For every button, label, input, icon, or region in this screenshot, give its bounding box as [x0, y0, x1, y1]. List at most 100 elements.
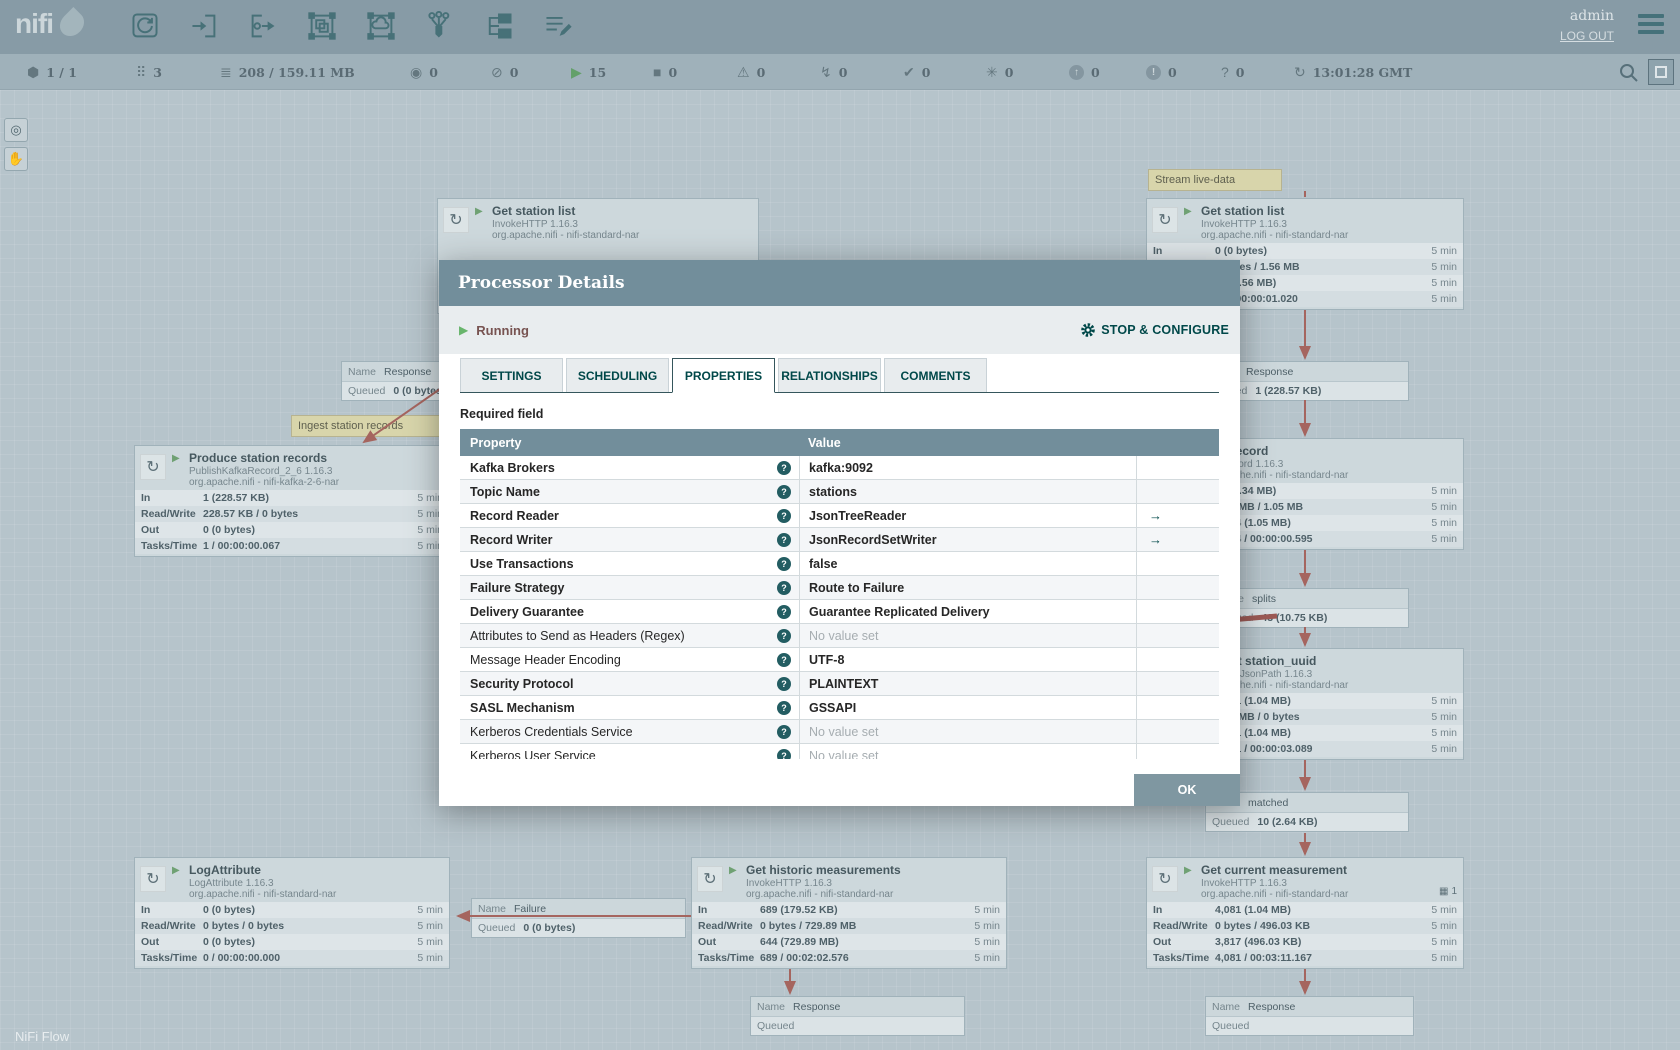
output-port-tool-icon[interactable] — [246, 8, 280, 44]
processor-get-current-measurement[interactable]: ↻ ▶ Get current measurement InvokeHTTP 1… — [1146, 857, 1464, 969]
processor-icon: ↻ — [1152, 866, 1178, 892]
table-row[interactable]: Kerberos Credentials Service? No value s… — [460, 720, 1219, 744]
dialog-status-row: ▶ Running STOP & CONFIGURE — [439, 306, 1240, 354]
flow-label-stream-live-data[interactable]: Stream live-data — [1148, 169, 1282, 191]
running-status-text: Running — [476, 322, 529, 338]
logout-link[interactable]: LOG OUT — [1560, 29, 1614, 43]
table-row[interactable]: Delivery Guarantee? Guarantee Replicated… — [460, 600, 1219, 624]
queued-count: 208 / 159.11 MB — [238, 64, 355, 80]
nifi-drop-icon — [55, 7, 89, 41]
help-icon[interactable]: ? — [777, 580, 791, 595]
processor-log-attribute[interactable]: ↻ ▶ LogAttribute LogAttribute 1.16.3 org… — [134, 857, 450, 969]
help-icon[interactable]: ? — [777, 604, 791, 619]
processor-icon: ↻ — [140, 454, 166, 480]
help-icon[interactable]: ? — [777, 676, 791, 691]
running-icon: ▶ — [172, 865, 180, 876]
input-port-tool-icon[interactable] — [187, 8, 221, 44]
dialog-tabs: SETTINGS SCHEDULING PROPERTIES RELATIONS… — [460, 358, 1219, 393]
table-row[interactable]: Use Transactions? false — [460, 552, 1219, 576]
go-to-service-icon[interactable]: → — [1149, 508, 1162, 523]
help-icon[interactable]: ? — [777, 508, 791, 523]
help-icon[interactable]: ? — [777, 484, 791, 499]
value-column-header: Value — [808, 435, 841, 450]
processor-icon: ↻ — [697, 866, 723, 892]
processor-icon: ↻ — [1152, 207, 1178, 233]
processor-tool-icon[interactable] — [128, 8, 162, 44]
running-icon: ▶ — [1184, 206, 1192, 217]
cluster-nodes-icon: ⬢ — [27, 63, 40, 80]
running-icon: ▶ — [1184, 865, 1192, 876]
help-icon[interactable]: ? — [777, 724, 791, 739]
tab-comments[interactable]: COMMENTS — [884, 358, 987, 392]
properties-table: Property Value Kafka Brokers? kafka:9092… — [460, 429, 1219, 759]
threads-grid-icon: ▦ — [1438, 886, 1449, 897]
go-to-service-icon[interactable]: → — [1149, 532, 1162, 547]
help-icon[interactable]: ? — [777, 700, 791, 715]
table-row[interactable]: Message Header Encoding? UTF-8 — [460, 648, 1219, 672]
processor-get-historic-measurements[interactable]: ↻ ▶ Get historic measurements InvokeHTTP… — [691, 857, 1007, 969]
refresh-icon[interactable]: ↻ — [1294, 64, 1306, 81]
dialog-title: Processor Details — [458, 273, 625, 293]
process-group-tool-icon[interactable] — [305, 8, 339, 44]
tab-relationships[interactable]: RELATIONSHIPS — [778, 358, 881, 392]
template-tool-icon[interactable] — [482, 8, 516, 44]
connection-response-bottom-mid[interactable]: Name Response Queued — [750, 996, 965, 1036]
sync-failure-icon: ? — [1221, 64, 1229, 80]
running-count: 15 — [588, 64, 607, 80]
canvas-settings-button[interactable] — [1648, 59, 1674, 85]
property-column-header: Property — [470, 435, 522, 450]
tab-settings[interactable]: SETTINGS — [460, 358, 563, 392]
locally-modified-stale-icon: ! — [1146, 64, 1161, 80]
label-tool-icon[interactable] — [541, 8, 575, 44]
breadcrumb[interactable]: NiFi Flow — [15, 1029, 69, 1044]
help-icon[interactable]: ? — [777, 532, 791, 547]
connection-response-bottom-right[interactable]: Name Response Queued — [1205, 996, 1414, 1036]
table-row[interactable]: Security Protocol? PLAINTEXT — [460, 672, 1219, 696]
table-row[interactable]: Topic Name? stations — [460, 480, 1219, 504]
help-icon[interactable]: ? — [777, 628, 791, 643]
remote-process-group-tool-icon[interactable] — [364, 8, 398, 44]
connection-failure[interactable]: Name Failure Queued 0 (0 bytes) — [471, 898, 686, 938]
ok-button[interactable]: OK — [1134, 774, 1240, 806]
processor-details-dialog: Processor Details ▶ Running STOP & CONFI… — [439, 260, 1240, 806]
flow-label-ingest-station-records[interactable]: Ingest station records — [291, 415, 451, 437]
focus-icon[interactable]: ◎ — [4, 118, 28, 142]
properties-table-header: Property Value — [460, 429, 1219, 456]
dialog-body: SETTINGS SCHEDULING PROPERTIES RELATIONS… — [439, 354, 1240, 806]
tab-scheduling[interactable]: SCHEDULING — [566, 358, 669, 392]
help-icon[interactable]: ? — [777, 652, 791, 667]
processor-produce-station-records[interactable]: ↻ ▶ Produce station records PublishKafka… — [134, 445, 450, 557]
help-icon[interactable]: ? — [777, 460, 791, 475]
tab-properties[interactable]: PROPERTIES — [672, 358, 775, 393]
required-field-note: Required field — [460, 407, 544, 421]
help-icon[interactable]: ? — [777, 748, 791, 759]
disabled-icon: ↯ — [820, 63, 832, 80]
stopped-icon: ■ — [653, 64, 662, 80]
running-icon: ▶ — [729, 865, 737, 876]
processor-icon: ↻ — [140, 866, 166, 892]
running-icon: ▶ — [172, 453, 180, 464]
table-row[interactable]: Record Writer? JsonRecordSetWriter → — [460, 528, 1219, 552]
table-row[interactable]: SASL Mechanism? GSSAPI — [460, 696, 1219, 720]
table-row[interactable]: Record Reader? JsonTreeReader → — [460, 504, 1219, 528]
active-thread-badge: ▦ 1 — [1438, 886, 1457, 897]
search-icon[interactable] — [1618, 62, 1640, 84]
menu-icon[interactable] — [1638, 14, 1664, 38]
cluster-nodes-count: 1 / 1 — [46, 64, 77, 80]
component-toolbar — [128, 8, 575, 44]
table-row[interactable]: Kerberos User Service? No value set — [460, 744, 1219, 759]
queued-icon: ≣ — [220, 63, 232, 80]
help-icon[interactable]: ? — [777, 556, 791, 571]
invalid-icon: ⚠ — [737, 63, 750, 80]
hand-icon[interactable]: ✋ — [4, 147, 28, 171]
app-header: nifi admin LOG OUT — [0, 0, 1680, 54]
stop-and-configure-button[interactable]: STOP & CONFIGURE — [1080, 306, 1229, 354]
table-row[interactable]: Kafka Brokers? kafka:9092 — [460, 456, 1219, 480]
table-row[interactable]: Failure Strategy? Route to Failure — [460, 576, 1219, 600]
processor-icon: ↻ — [443, 207, 469, 233]
last-refresh-time: 13:01:28 GMT — [1312, 64, 1413, 80]
flow-status-bar: ⬢ 1 / 1 ⠿ 3 ≣ 208 / 159.11 MB ◉ 0 ⊘ 0 ▶ 15 ■ 0 … — [0, 54, 1680, 90]
table-row[interactable]: Attributes to Send as Headers (Regex)? N… — [460, 624, 1219, 648]
funnel-tool-icon[interactable] — [423, 8, 457, 44]
gear-icon — [1080, 322, 1096, 338]
